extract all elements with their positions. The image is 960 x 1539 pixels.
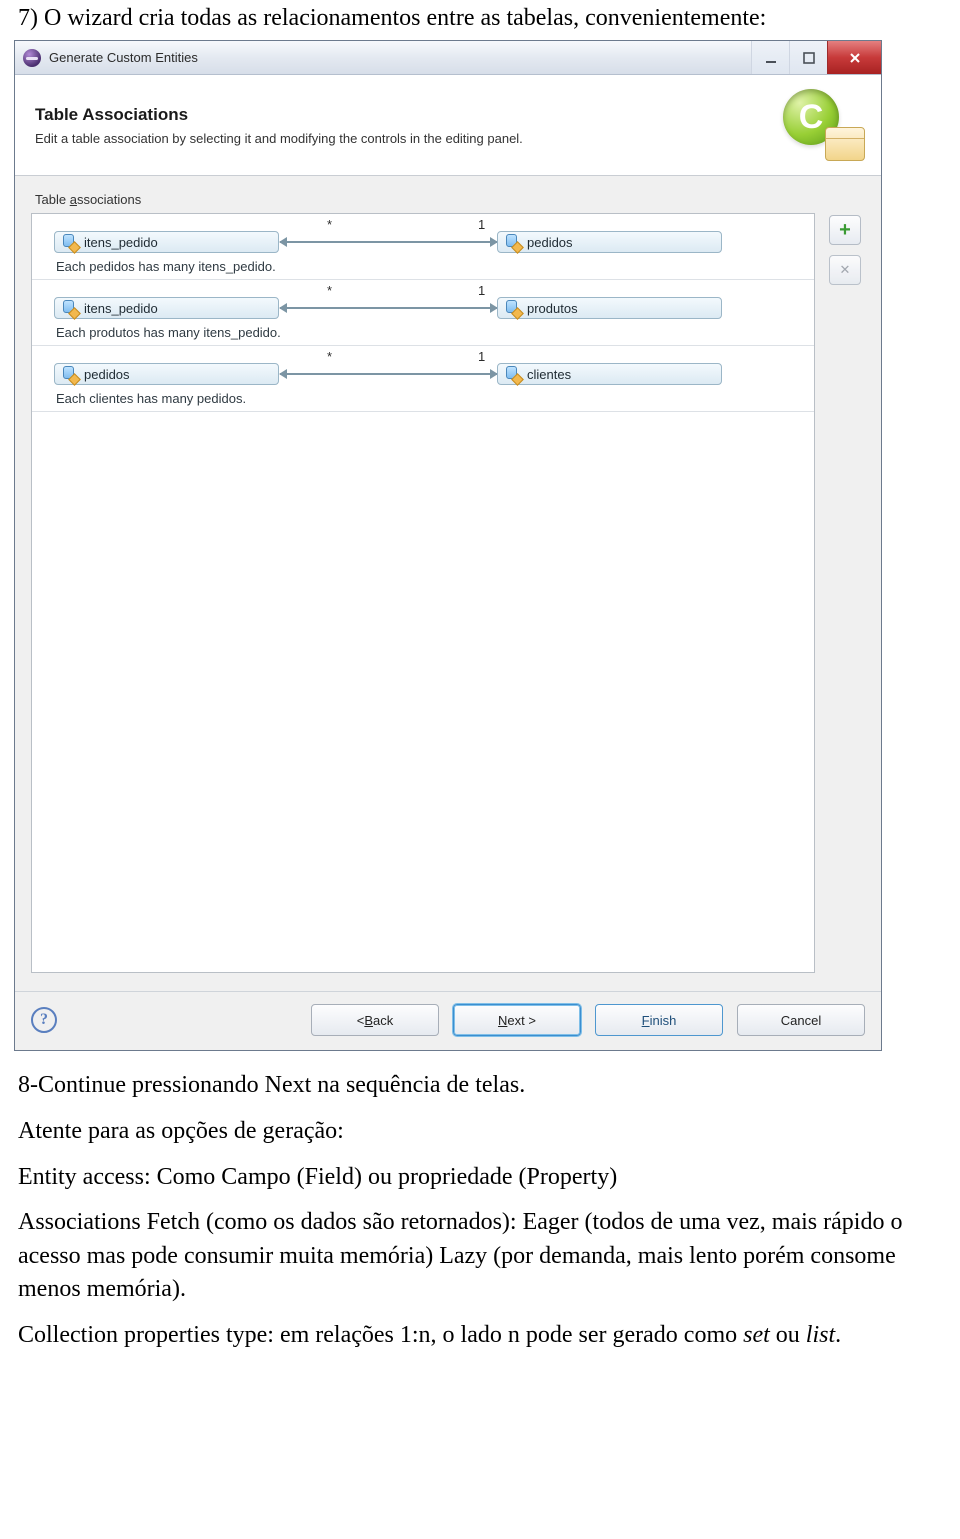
text-line: Entity access: Como Campo (Field) ou pro… [18,1161,942,1195]
wizard-banner: Table Associations Edit a table associat… [15,75,881,176]
association-connector [280,307,497,309]
finish-button[interactable]: Finish [595,1004,723,1036]
right-table-pill[interactable]: pedidos [497,231,722,253]
right-table-name: produtos [527,301,578,316]
next-button[interactable]: Next > [453,1004,581,1036]
plus-icon: + [839,219,851,242]
association-side-buttons: + ✕ [829,213,865,973]
window-title: Generate Custom Entities [49,50,751,65]
text-line: Atente para as opções de geração: [18,1115,942,1149]
left-table-pill[interactable]: itens_pedido [54,297,279,319]
table-icon [63,300,77,316]
left-table-pill[interactable]: pedidos [54,363,279,385]
right-table-name: pedidos [527,235,573,250]
cardinality-many: * [327,349,332,364]
left-table-name: itens_pedido [84,235,158,250]
cardinality-one: 1 [478,217,485,232]
association-connector [280,373,497,375]
maximize-icon [803,52,815,64]
association-description: Each clientes has many pedidos. [56,391,804,406]
cardinality-one: 1 [478,283,485,298]
title-bar[interactable]: Generate Custom Entities [15,41,881,75]
minimize-button[interactable] [751,41,789,74]
banner-subtitle: Edit a table association by selecting it… [35,131,783,146]
cancel-button[interactable]: Cancel [737,1004,865,1036]
cardinality-many: * [327,217,332,232]
associations-list[interactable]: * 1 itens_pedido pedidos [31,213,815,973]
table-associations-label: Table associations [35,192,865,207]
left-table-name: itens_pedido [84,301,158,316]
cardinality-one: 1 [478,349,485,364]
association-row[interactable]: * 1 itens_pedido produtos [32,280,814,346]
dialog-footer: ? < Back Next > Finish Cancel [15,991,881,1050]
association-description: Each produtos has many itens_pedido. [56,325,804,340]
add-association-button[interactable]: + [829,215,861,245]
cardinality-many: * [327,283,332,298]
maximize-button[interactable] [789,41,827,74]
text-line: Associations Fetch (como os dados são re… [18,1206,942,1307]
remove-association-button[interactable]: ✕ [829,255,861,285]
eclipse-icon [23,49,41,67]
text-line: 8-Continue pressionando Next na sequênci… [18,1069,942,1103]
right-table-pill[interactable]: clientes [497,363,722,385]
back-button[interactable]: < Back [311,1004,439,1036]
minimize-icon [765,52,777,64]
window-buttons [751,41,881,74]
table-icon [63,366,77,382]
table-icon [63,234,77,250]
remove-icon: ✕ [840,262,851,278]
close-icon [848,51,862,65]
banner-icon: C [783,89,865,161]
table-icon [506,300,520,316]
left-table-name: pedidos [84,367,130,382]
association-description: Each pedidos has many itens_pedido. [56,259,804,274]
association-row[interactable]: * 1 itens_pedido pedidos [32,214,814,280]
help-button[interactable]: ? [31,1007,57,1033]
dialog-generate-custom-entities: Generate Custom Entities Table Assoc [14,40,882,1051]
table-icon [506,366,520,382]
right-table-pill[interactable]: produtos [497,297,722,319]
caption-step-7: 7) O wizard cria todas as relacionamento… [18,2,942,34]
left-table-pill[interactable]: itens_pedido [54,231,279,253]
help-icon: ? [40,1011,48,1029]
banner-title: Table Associations [35,105,783,125]
association-connector [280,241,497,243]
text-line: Collection properties type: em relações … [18,1319,942,1353]
dialog-body: Table associations * 1 itens_pedido [15,176,881,991]
association-row[interactable]: * 1 pedidos clientes [32,346,814,412]
table-icon [506,234,520,250]
right-table-name: clientes [527,367,571,382]
close-button[interactable] [827,41,881,74]
caption-step-8-block: 8-Continue pressionando Next na sequênci… [18,1069,942,1352]
